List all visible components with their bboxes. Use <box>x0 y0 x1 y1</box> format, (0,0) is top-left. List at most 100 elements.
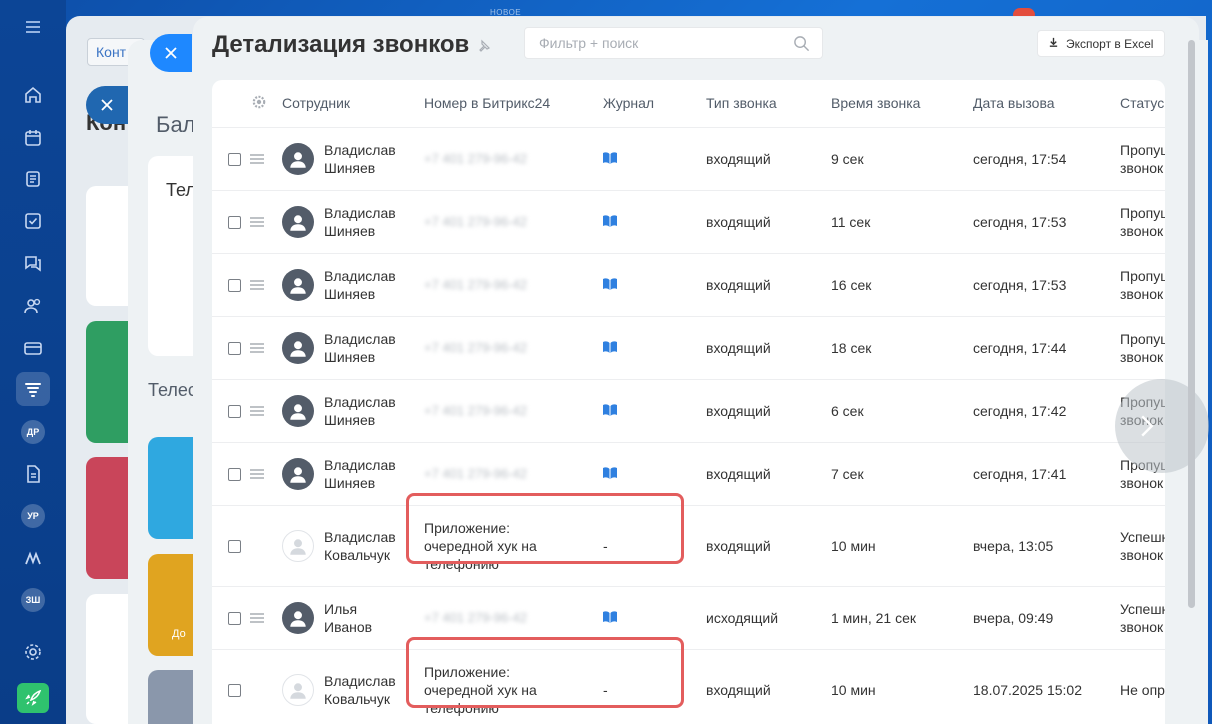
funnel-icon[interactable] <box>16 372 50 406</box>
journal-cell[interactable] <box>603 442 706 506</box>
journal-cell[interactable] <box>603 379 706 443</box>
drag-handle-icon[interactable] <box>250 150 264 168</box>
call-status: Пропущзвонок <box>1120 127 1165 191</box>
employee-cell[interactable]: Владислав Шиняев <box>282 127 424 191</box>
filter-search[interactable] <box>524 27 823 59</box>
drag-handle-icon[interactable] <box>250 276 264 294</box>
menu-icon[interactable] <box>16 10 50 44</box>
feed-icon[interactable] <box>16 162 50 196</box>
book-icon[interactable] <box>603 466 617 482</box>
row-checkbox[interactable] <box>228 341 241 355</box>
search-icon[interactable] <box>793 35 810 57</box>
logo-icon[interactable] <box>16 541 50 575</box>
employee-first-name: Владислав <box>324 204 396 221</box>
drag-handle-icon[interactable] <box>250 213 264 231</box>
row-checkbox[interactable] <box>228 611 241 625</box>
badge-ur[interactable]: УР <box>16 499 50 533</box>
call-date: сегодня, 17:41 <box>973 442 1120 506</box>
drag-handle-icon[interactable] <box>250 339 264 357</box>
column-header[interactable]: Сотрудник <box>282 80 424 128</box>
column-header[interactable]: Статус <box>1120 80 1165 128</box>
employee-cell[interactable]: Владислав Шиняев <box>282 190 424 254</box>
table-row[interactable]: Илья Иванов +7 401 279-96-42 исходящий 1 мин… <box>212 586 1165 650</box>
table-row[interactable]: Владислав Шиняев +7 401 279-96-42 входящий 1… <box>212 316 1165 380</box>
column-header[interactable]: Дата вызова <box>973 80 1120 128</box>
badge-dr[interactable]: ДР <box>16 415 50 449</box>
status-line-2: звонок <box>1120 285 1164 302</box>
employee-cell[interactable]: Владислав Ковальчук <box>282 505 424 587</box>
phone-number: +7 401 279-96-42 <box>424 466 528 481</box>
number-cell: +7 401 279-96-42 <box>424 586 603 650</box>
book-icon[interactable] <box>603 403 617 419</box>
employee-cell[interactable]: Владислав Шиняев <box>282 253 424 317</box>
app-name: Приложение: очередной хук на телефонию <box>424 519 537 572</box>
close-panel-button[interactable] <box>150 34 192 72</box>
journal-cell[interactable] <box>603 190 706 254</box>
number-cell: +7 401 279-96-42 <box>424 379 603 443</box>
row-checkbox[interactable] <box>228 467 241 481</box>
table-row[interactable]: Владислав Шиняев +7 401 279-96-42 входящий 6… <box>212 379 1165 443</box>
employee-first-name: Илья <box>324 600 358 617</box>
call-date: 18.07.2025 15:02 <box>973 649 1120 724</box>
row-checkbox[interactable] <box>228 215 241 229</box>
phone-number: +7 401 279-96-42 <box>424 340 528 355</box>
row-checkbox[interactable] <box>228 404 241 418</box>
row-controls <box>212 586 282 650</box>
column-header[interactable]: Журнал <box>603 80 706 128</box>
column-header[interactable]: Тип звонка <box>706 80 831 128</box>
drag-handle-icon[interactable] <box>250 402 264 420</box>
journal-cell[interactable] <box>603 127 706 191</box>
call-status: Успешн звонок <box>1120 505 1165 587</box>
journal-cell[interactable] <box>603 316 706 380</box>
tasks-icon[interactable] <box>16 204 50 238</box>
table-row[interactable]: Владислав Шиняев +7 401 279-96-42 входящий 7… <box>212 442 1165 506</box>
table-row[interactable]: Владислав Шиняев +7 401 279-96-42 входящий 9… <box>212 127 1165 191</box>
employee-cell[interactable]: Илья Иванов <box>282 586 424 650</box>
home-icon[interactable] <box>16 78 50 112</box>
document-icon[interactable] <box>16 457 50 491</box>
table-row[interactable]: Владислав Шиняев +7 401 279-96-42 входящий 1… <box>212 253 1165 317</box>
book-icon[interactable] <box>603 214 617 230</box>
phone-number: +7 401 279-96-42 <box>424 277 528 292</box>
chat-icon[interactable] <box>16 246 50 280</box>
settings-icon[interactable] <box>16 635 50 669</box>
row-checkbox[interactable] <box>228 540 241 554</box>
book-icon[interactable] <box>603 151 617 167</box>
journal-empty: - <box>603 681 608 698</box>
export-excel-button[interactable]: Экспорт в Excel <box>1037 30 1165 57</box>
scrollbar[interactable] <box>1188 40 1195 608</box>
drag-handle-icon[interactable] <box>250 609 264 627</box>
employee-cell[interactable]: Владислав Шиняев <box>282 379 424 443</box>
book-icon[interactable] <box>603 610 617 626</box>
table-row[interactable]: Владислав Ковальчук Приложение: очередной … <box>212 636 1165 724</box>
crm-card-icon[interactable] <box>16 331 50 365</box>
employee-cell[interactable]: Владислав Шиняев <box>282 316 424 380</box>
row-checkbox[interactable] <box>228 278 241 292</box>
status-line-2: звонок <box>1120 159 1164 176</box>
table-row[interactable]: Владислав Шиняев +7 401 279-96-42 входящий 1… <box>212 190 1165 254</box>
pin-icon[interactable] <box>477 39 491 58</box>
employee-cell[interactable]: Владислав Ковальчук <box>282 649 424 724</box>
call-duration: 10 мин <box>831 505 973 587</box>
table-row[interactable]: Владислав Ковальчук Приложение: очередной … <box>212 492 1165 587</box>
row-checkbox[interactable] <box>228 152 241 166</box>
book-icon[interactable] <box>603 277 617 293</box>
row-checkbox[interactable] <box>228 684 241 698</box>
badge-zsh[interactable]: ЗШ <box>16 583 50 617</box>
journal-cell[interactable] <box>603 586 706 650</box>
call-type: входящий <box>706 649 831 724</box>
gear-icon[interactable] <box>252 95 266 112</box>
rocket-icon[interactable] <box>16 681 50 715</box>
book-icon[interactable] <box>603 340 617 356</box>
column-header[interactable]: Номер в Битрикс24 <box>424 80 603 128</box>
search-input[interactable] <box>525 28 775 58</box>
calendar-icon[interactable] <box>16 121 50 155</box>
journal-cell[interactable] <box>603 253 706 317</box>
drag-handle-icon[interactable] <box>250 465 264 483</box>
close-slider-1-button[interactable] <box>86 86 128 124</box>
column-settings[interactable] <box>212 80 282 128</box>
column-header[interactable]: Время звонка <box>831 80 973 128</box>
call-type: входящий <box>706 127 831 191</box>
employee-cell[interactable]: Владислав Шиняев <box>282 442 424 506</box>
contacts-icon[interactable] <box>16 289 50 323</box>
